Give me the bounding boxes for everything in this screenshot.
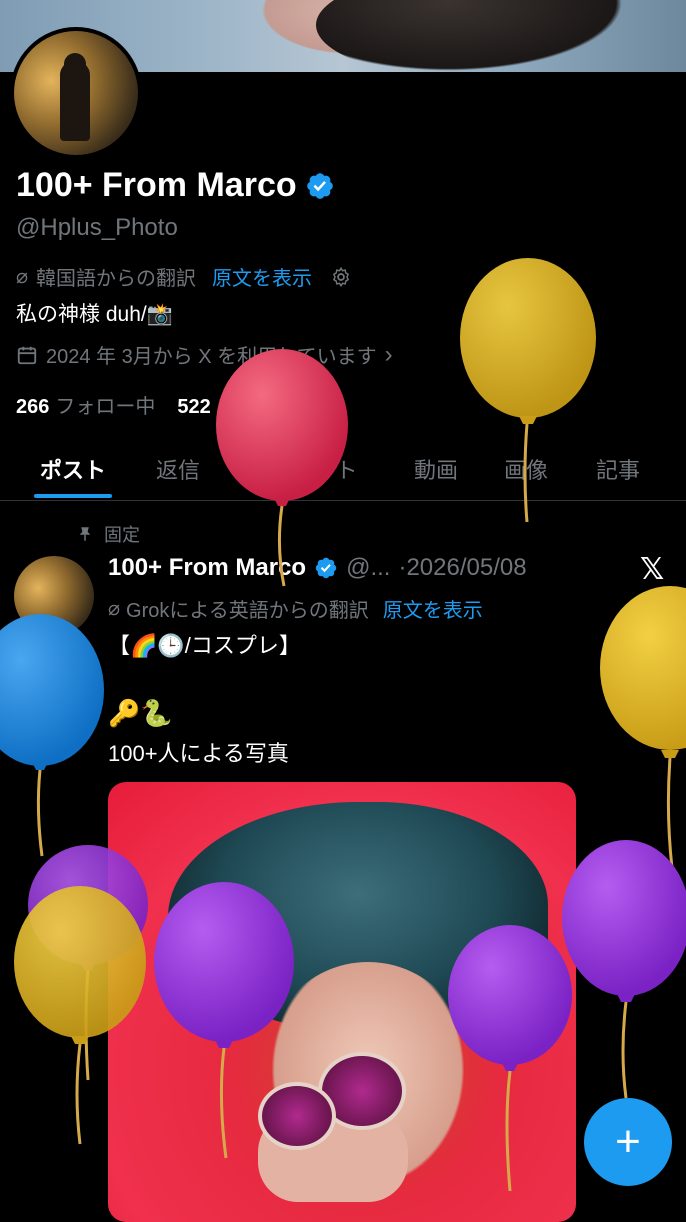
following-count: 266 bbox=[16, 396, 50, 418]
post-header: 100+ From Marco @... ·2026/05/08 bbox=[108, 554, 527, 582]
compose-button[interactable]: + bbox=[584, 1098, 672, 1186]
following-link[interactable]: 266 フォロー中 bbox=[16, 390, 155, 419]
profile-tabs: ポスト 返信 ハイライト 動画 画像 記事 bbox=[0, 440, 686, 501]
followers-link[interactable]: 522 フォロワー bbox=[177, 390, 316, 419]
x-logo-icon[interactable]: 𝕏 bbox=[640, 552, 664, 587]
follow-stats: 266 フォロー中 522 フォロワー bbox=[16, 390, 317, 419]
balloon-icon bbox=[0, 614, 104, 857]
profile-handle: @Hplus_Photo bbox=[16, 214, 178, 241]
post-author-name[interactable]: 100+ From Marco bbox=[108, 554, 306, 582]
translate-icon: ⌀ bbox=[16, 266, 29, 288]
pinned-label-row: 固定 bbox=[76, 521, 140, 547]
profile-avatar[interactable] bbox=[10, 27, 142, 159]
followers-label: フォロワー bbox=[216, 396, 317, 418]
balloon-icon bbox=[562, 840, 686, 1099]
chevron-right-icon: › bbox=[384, 340, 393, 368]
profile-name: 100+ From Marco bbox=[16, 166, 335, 205]
post-text-line1: 【🌈🕒/コスプレ】 bbox=[108, 633, 301, 658]
post-text-line3: 100+人による写真 bbox=[108, 741, 289, 766]
joined-date[interactable]: 2024 年 3月から X を利用しています › bbox=[16, 340, 393, 369]
profile-name-text: 100+ From Marco bbox=[16, 166, 297, 204]
translate-icon: ⌀ bbox=[108, 598, 121, 620]
post-media-image[interactable] bbox=[108, 782, 576, 1222]
followers-count: 522 bbox=[177, 396, 211, 418]
tab-highlights[interactable]: ハイライト bbox=[248, 440, 358, 498]
tab-posts[interactable]: ポスト bbox=[33, 440, 113, 498]
post-show-original-link[interactable]: 原文を表示 bbox=[383, 594, 483, 623]
tab-replies[interactable]: 返信 bbox=[156, 440, 200, 498]
post-date[interactable]: ·2026/05/08 bbox=[398, 554, 526, 582]
verified-badge-icon bbox=[315, 557, 337, 579]
pinned-label: 固定 bbox=[104, 525, 140, 545]
bio-translation-row: ⌀ 韓国語からの翻訳 原文を表示 bbox=[16, 262, 352, 291]
post-avatar[interactable] bbox=[14, 556, 94, 636]
post-author-handle[interactable]: @... bbox=[346, 554, 390, 582]
show-original-link[interactable]: 原文を表示 bbox=[212, 262, 312, 291]
translate-note: 韓国語からの翻訳 bbox=[36, 268, 197, 290]
post-translate-note: Grokによる英語からの翻訳 bbox=[126, 600, 369, 622]
post-text-line2: 🔑🐍 bbox=[108, 698, 173, 728]
balloon-icon bbox=[600, 586, 686, 869]
verified-badge-icon bbox=[306, 172, 333, 199]
following-label: フォロー中 bbox=[55, 396, 156, 418]
post-translation-row: ⌀ Grokによる英語からの翻訳 原文を表示 bbox=[108, 594, 483, 623]
profile-bio: 私の神様 duh/📸 bbox=[16, 303, 173, 326]
tab-articles[interactable]: 記事 bbox=[596, 440, 640, 498]
joined-text: 2024 年 3月から X を利用しています bbox=[46, 346, 377, 368]
pin-icon bbox=[79, 527, 91, 541]
calendar-icon bbox=[17, 346, 37, 364]
banner-hair bbox=[316, 0, 646, 72]
gear-icon[interactable] bbox=[330, 266, 352, 288]
tab-videos[interactable]: 動画 bbox=[414, 440, 458, 498]
plus-icon: + bbox=[615, 1117, 641, 1166]
tab-images[interactable]: 画像 bbox=[504, 440, 548, 498]
